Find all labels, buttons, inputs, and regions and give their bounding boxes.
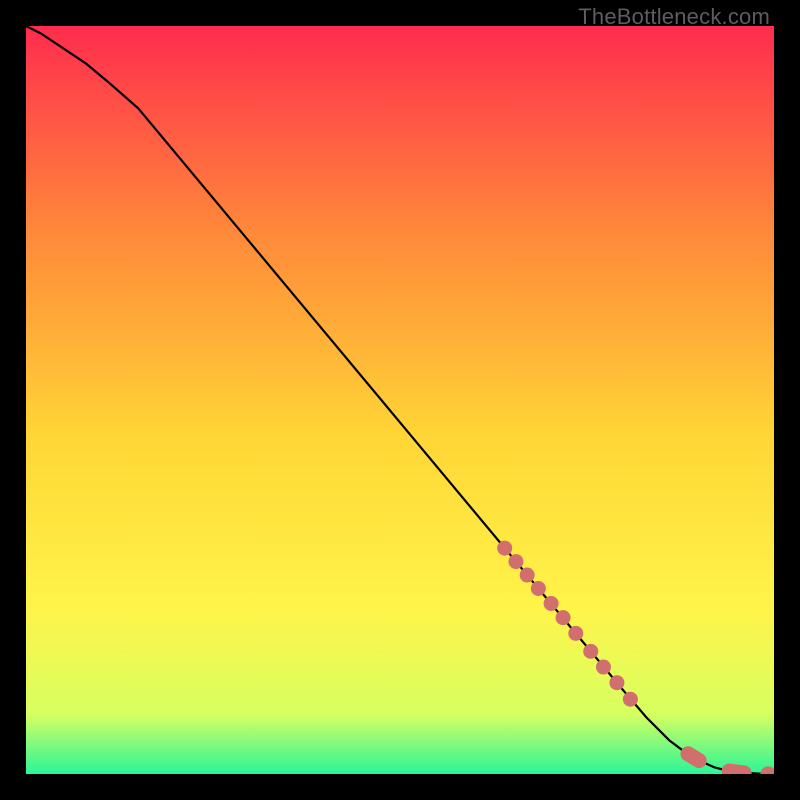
marker-dot	[508, 554, 523, 569]
bottleneck-curve	[26, 26, 774, 774]
marker-dot	[544, 596, 559, 611]
marker-dot	[520, 568, 535, 583]
data-markers	[497, 541, 774, 774]
marker-dot	[497, 541, 512, 556]
marker-dot	[556, 610, 571, 625]
watermark-label: TheBottleneck.com	[578, 4, 770, 30]
chart-stage: TheBottleneck.com	[0, 0, 800, 800]
marker-dot	[568, 626, 583, 641]
plot-area	[26, 26, 774, 774]
marker-dot	[596, 660, 611, 675]
marker-run	[688, 754, 699, 761]
curve-layer	[26, 26, 774, 774]
marker-dot	[609, 675, 624, 690]
marker-dot	[583, 644, 598, 659]
marker-run	[729, 771, 744, 773]
marker-dot	[623, 692, 638, 707]
marker-dot	[761, 766, 774, 774]
marker-dot	[531, 581, 546, 596]
